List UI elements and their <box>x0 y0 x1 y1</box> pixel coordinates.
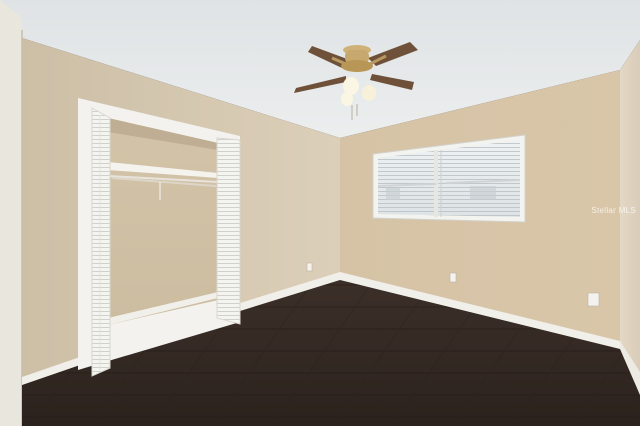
outlet-right <box>587 292 600 307</box>
left-door-edge <box>0 0 22 426</box>
closet-door-right <box>216 137 241 325</box>
room-illustration <box>0 0 640 426</box>
watermark: Stellar MLS <box>591 206 636 215</box>
outlet-icon <box>306 262 313 272</box>
closet-interior <box>108 118 218 325</box>
outlet-back <box>449 272 457 283</box>
closet-door-icon <box>91 107 111 377</box>
room-photo: Stellar MLS <box>0 0 640 426</box>
